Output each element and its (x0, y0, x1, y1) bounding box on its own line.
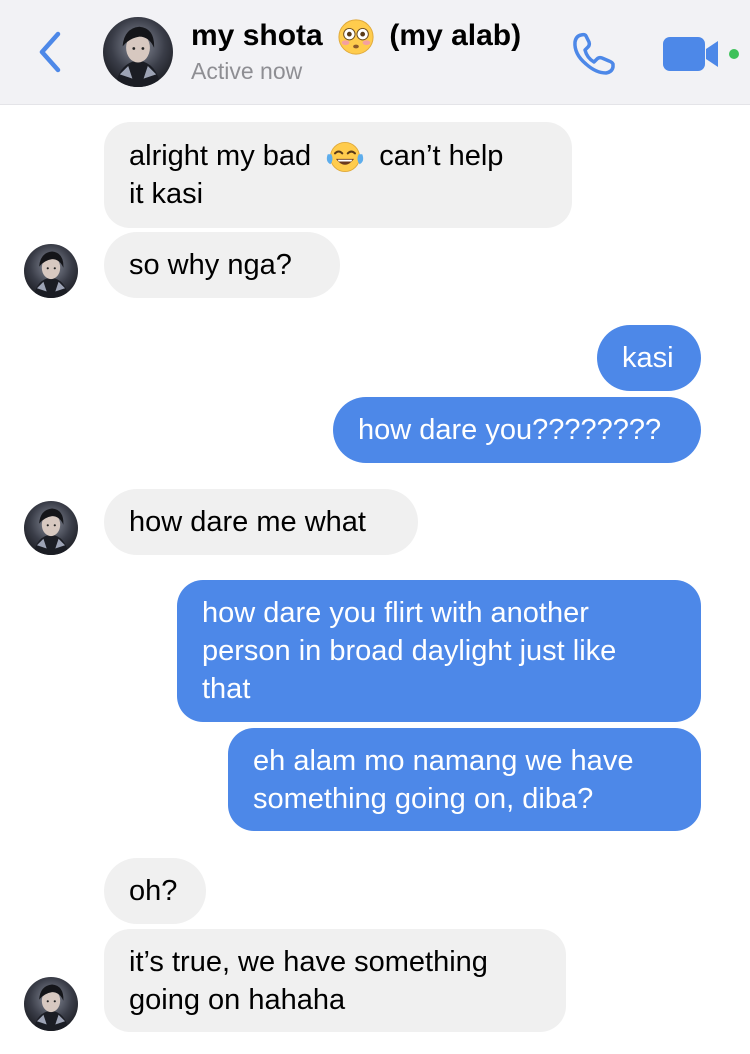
avatar[interactable] (24, 501, 78, 555)
message-bubble[interactable]: so why nga? (104, 232, 340, 298)
message-bubble[interactable]: how dare you flirt with another person i… (177, 580, 701, 722)
message-text: that (202, 673, 251, 705)
message-text: something going on, diba? (253, 782, 594, 815)
message-bubble[interactable]: alright my bad can’t help it kasi (104, 122, 572, 228)
contact-name-text: my shota (191, 18, 323, 52)
message-text: can’t help (379, 139, 504, 172)
flushed-face-emoji-icon (338, 19, 374, 55)
message-text: so why nga? (129, 249, 292, 281)
message-bubble[interactable]: eh alam mo namang we have something goin… (228, 728, 701, 831)
message-text: it’s true, we have something (129, 945, 488, 978)
chat-header: my shota (my alab) Active now (0, 0, 750, 105)
message-bubble[interactable]: kasi (597, 325, 701, 391)
tears-of-joy-emoji-icon (327, 142, 364, 173)
avatar[interactable] (24, 244, 78, 298)
message-text: going on hahaha (129, 983, 346, 1016)
contact-name[interactable]: my shota (my alab) (191, 18, 521, 56)
contact-nickname: (my alab) (389, 18, 522, 52)
message-text: how dare you flirt with another (202, 597, 589, 629)
message-bubble[interactable]: oh? (104, 858, 206, 924)
active-status: Active now (191, 58, 303, 84)
message-bubble[interactable]: how dare me what (104, 489, 418, 555)
message-text: how dare me what (129, 506, 366, 538)
message-text: alright my bad (129, 139, 312, 172)
phone-icon[interactable] (568, 28, 620, 80)
message-text: oh? (129, 875, 178, 907)
message-bubble[interactable]: how dare you???????? (333, 397, 701, 463)
message-text: kasi (622, 342, 674, 374)
chevron-left-icon[interactable] (36, 30, 64, 74)
message-bubble[interactable]: it’s true, we have something going on ha… (104, 929, 566, 1032)
message-text: how dare you???????? (358, 414, 662, 446)
message-text: it kasi (129, 178, 204, 211)
message-text: eh alam mo namang we have (253, 744, 634, 777)
video-camera-icon[interactable] (660, 34, 742, 74)
message-text: person in broad daylight just like (202, 635, 617, 667)
avatar[interactable] (103, 17, 173, 87)
avatar[interactable] (24, 977, 78, 1031)
